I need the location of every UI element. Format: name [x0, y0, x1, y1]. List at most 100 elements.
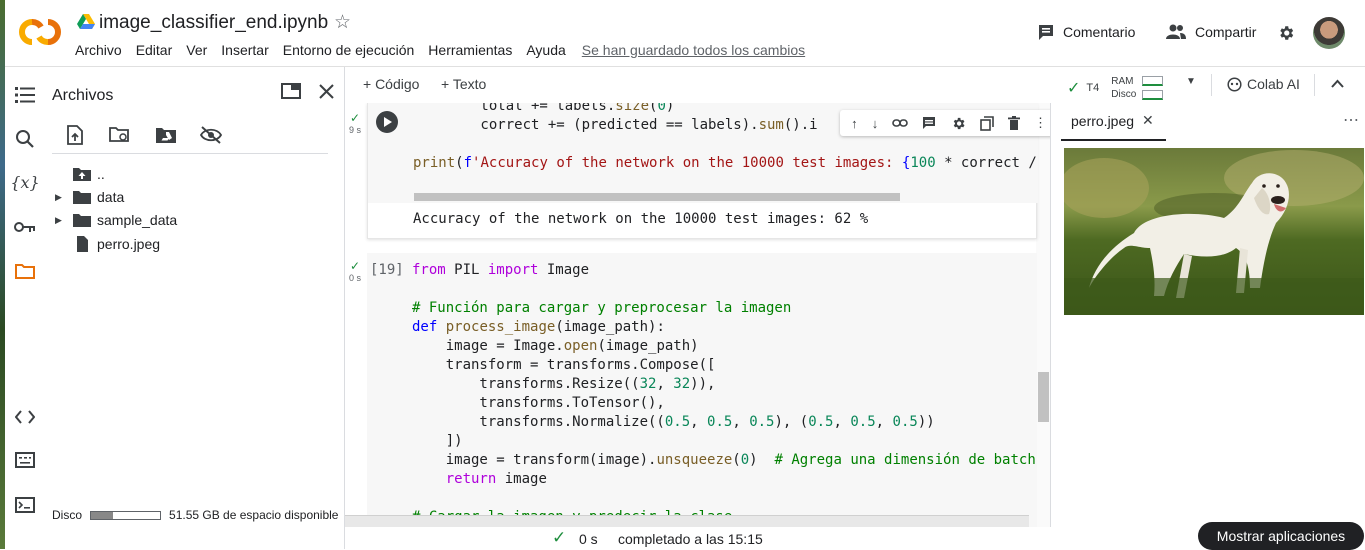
- tree-item-label: ..: [97, 166, 105, 182]
- notebook-horizontal-scrollbar[interactable]: [345, 515, 1029, 527]
- command-palette-icon[interactable]: [13, 448, 37, 472]
- tree-item-data[interactable]: ▶ data: [55, 186, 124, 208]
- status-message[interactable]: completado a las 15:15: [618, 531, 763, 547]
- expand-arrow-icon[interactable]: ▶: [55, 192, 73, 203]
- close-icon[interactable]: [319, 84, 334, 99]
- tree-item-label: sample_data: [97, 212, 178, 228]
- terminal-icon[interactable]: [13, 493, 37, 517]
- cell-settings-icon[interactable]: [951, 116, 966, 131]
- comment-icon[interactable]: [922, 116, 936, 130]
- cell-exec-time: 9 s: [349, 125, 362, 135]
- comment-button[interactable]: Comentario: [1037, 23, 1135, 41]
- notebook-area: ✓ 9 s total += labels.size(0) correct +=…: [345, 103, 1050, 527]
- exec-success-icon: ✓: [350, 111, 361, 125]
- saved-status[interactable]: Se han guardado todos los cambios: [582, 42, 805, 58]
- show-apps-button[interactable]: Mostrar aplicaciones: [1198, 522, 1364, 550]
- more-horizontal-icon[interactable]: ⋯: [1343, 110, 1359, 130]
- menu-item-archivo[interactable]: Archivo: [75, 42, 122, 58]
- code-horizontal-scrollbar[interactable]: [414, 193, 900, 201]
- menu-item-ver[interactable]: Ver: [186, 42, 207, 58]
- disk-usage: Disco 51.55 GB de espacio disponible: [52, 508, 338, 522]
- expand-arrow-icon[interactable]: ▶: [55, 215, 73, 226]
- run-cell-button[interactable]: [376, 111, 398, 133]
- menu-bar: Archivo Editar Ver Insertar Entorno de e…: [75, 42, 805, 58]
- drive-icon: [77, 14, 95, 29]
- code-cell[interactable]: [19] from PIL import Image # Función par…: [367, 253, 1037, 527]
- viewer-tab-label: perro.jpeg: [1071, 112, 1135, 129]
- folder-icon: [73, 214, 91, 227]
- open-in-tab-icon[interactable]: [281, 83, 301, 99]
- more-options-icon[interactable]: ⋮: [1034, 115, 1047, 131]
- menu-item-insertar[interactable]: Insertar: [221, 42, 268, 58]
- disk-free-text: 51.55 GB de espacio disponible: [169, 508, 339, 522]
- tree-item-perro-jpeg[interactable]: perro.jpeg: [55, 233, 160, 255]
- move-down-icon[interactable]: ↓: [872, 116, 879, 131]
- close-tab-icon[interactable]: ✕: [1142, 112, 1154, 129]
- cell-exec-time: 0 s: [349, 273, 362, 283]
- toolbar-divider: [1211, 74, 1212, 96]
- comment-icon: [1039, 25, 1053, 40]
- link-icon[interactable]: [892, 118, 909, 128]
- status-time: 0 s: [579, 531, 598, 547]
- add-code-button[interactable]: + Código: [363, 76, 419, 92]
- file-viewer-panel: perro.jpeg ✕ ⋯: [1050, 103, 1365, 527]
- toolbar-divider: [1314, 74, 1315, 96]
- mirror-cell-icon[interactable]: [979, 115, 994, 131]
- star-icon[interactable]: ☆: [334, 11, 351, 34]
- colab-ai-button[interactable]: Colab AI: [1227, 76, 1300, 92]
- people-icon: [1166, 24, 1186, 39]
- code-snippets-icon[interactable]: [13, 405, 37, 429]
- menu-item-ayuda[interactable]: Ayuda: [526, 42, 565, 58]
- disk-meter: [1142, 90, 1164, 100]
- collapse-header-icon[interactable]: [1331, 79, 1344, 88]
- table-of-contents-icon[interactable]: [13, 83, 37, 107]
- files-panel: Archivos .. ▶ data ▶ sample_data perro.j…: [45, 67, 345, 549]
- code-editor[interactable]: total += labels.size(0) correct += (pred…: [368, 103, 1050, 203]
- tree-item-label: data: [97, 189, 125, 205]
- ram-meter: [1142, 76, 1164, 86]
- menu-item-herramientas[interactable]: Herramientas: [428, 42, 512, 58]
- upload-file-icon[interactable]: [63, 123, 87, 147]
- comment-label: Comentario: [1063, 24, 1136, 40]
- share-button[interactable]: Compartir: [1165, 23, 1256, 41]
- disk-label: Disco: [52, 508, 83, 522]
- menu-item-editar[interactable]: Editar: [136, 42, 173, 58]
- notebook-title[interactable]: image_classifier_end.ipynb: [99, 12, 328, 34]
- notebook-toolbar: + Código + Texto ✓ T4 RAM Disco ▼ Colab …: [345, 67, 1365, 103]
- share-label: Compartir: [1195, 24, 1257, 40]
- active-tab-indicator: [1061, 139, 1166, 141]
- move-up-icon[interactable]: ↑: [851, 116, 858, 131]
- settings-gear-icon[interactable]: [1277, 24, 1295, 42]
- user-avatar[interactable]: [1313, 17, 1345, 49]
- folder-icon[interactable]: [13, 259, 37, 283]
- refresh-folder-icon[interactable]: [108, 123, 132, 147]
- menu-item-entorno[interactable]: Entorno de ejecución: [283, 42, 415, 58]
- files-panel-title: Archivos: [52, 87, 114, 104]
- connected-check-icon: ✓: [1067, 80, 1081, 97]
- folder-icon: [73, 191, 91, 204]
- code-content[interactable]: from PIL import Image # Función para car…: [412, 261, 1036, 527]
- cell-output: Accuracy of the network on the 10000 tes…: [413, 211, 869, 227]
- tree-item-parent[interactable]: ..: [55, 163, 105, 185]
- tree-item-sample-data[interactable]: ▶ sample_data: [55, 209, 177, 231]
- delete-icon[interactable]: [1007, 116, 1020, 130]
- variables-icon[interactable]: {x}: [10, 170, 39, 194]
- exec-count: [19]: [370, 262, 404, 278]
- disk-usage-label: Disco: [1111, 89, 1137, 100]
- hide-files-icon[interactable]: [199, 123, 223, 147]
- exec-success-icon: ✓: [350, 259, 361, 273]
- search-icon[interactable]: [13, 127, 37, 151]
- viewer-tab[interactable]: perro.jpeg ✕: [1071, 112, 1154, 129]
- runtime-dropdown-icon[interactable]: ▼: [1186, 76, 1196, 87]
- gpu-label: T4: [1086, 82, 1100, 94]
- runtime-status[interactable]: ✓ T4 RAM Disco: [1067, 75, 1164, 101]
- code-cell[interactable]: total += labels.size(0) correct += (pred…: [367, 103, 1050, 239]
- disk-usage-bar: [90, 510, 162, 520]
- colab-logo[interactable]: [19, 14, 61, 50]
- file-icon: [77, 236, 88, 252]
- add-text-button[interactable]: + Texto: [441, 76, 486, 92]
- cell-toolbar: ↑ ↓ ⋮: [840, 110, 1050, 136]
- mount-drive-icon[interactable]: [154, 123, 178, 147]
- key-icon[interactable]: [13, 215, 37, 239]
- ram-label: RAM: [1111, 76, 1134, 87]
